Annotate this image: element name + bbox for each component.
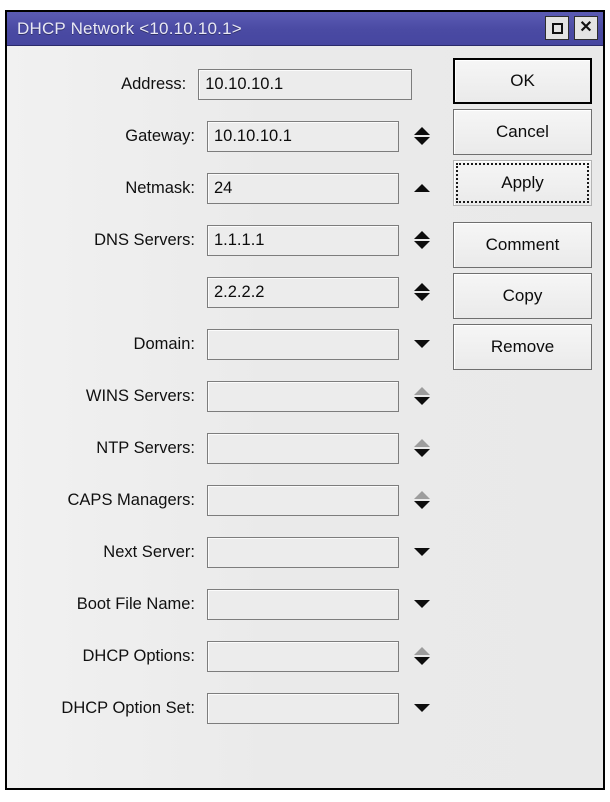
label-dhcp-options: DHCP Options: <box>82 646 196 665</box>
form-row: Gateway: 10.10.10.1 <box>7 110 447 162</box>
input-dhcp-option-set[interactable] <box>207 692 399 724</box>
label-dns-servers: DNS Servers: <box>94 230 195 249</box>
form-fields: Address: 10.10.10.1 Gateway: 10.10.10.1 Netm… <box>7 58 447 734</box>
label-wins-servers: WINS Servers: <box>85 386 195 405</box>
arrow-down-icon <box>414 548 430 556</box>
input-ntp-servers[interactable] <box>207 432 399 464</box>
arrow-up-icon <box>414 184 430 192</box>
copy-button[interactable]: Copy <box>453 273 592 319</box>
input-dhcp-options[interactable] <box>207 640 399 672</box>
label-address: Address: <box>121 74 187 93</box>
cancel-button[interactable]: Cancel <box>453 109 592 155</box>
input-dns-servers[interactable]: 1.1.1.1 <box>207 224 399 256</box>
form-row: NTP Servers: <box>7 422 447 474</box>
input-caps-managers[interactable] <box>207 484 399 516</box>
label-boot-file-name: Boot File Name: <box>76 594 195 613</box>
button-group-divider <box>453 211 592 222</box>
arrow-down-icon <box>414 501 430 509</box>
ok-button[interactable]: OK <box>453 58 592 104</box>
action-buttons: OK Cancel Apply Comment Copy Remove <box>453 58 592 375</box>
form-row: 2.2.2.2 <box>7 266 447 318</box>
arrow-up-icon <box>414 283 430 291</box>
input-netmask[interactable]: 24 <box>207 172 399 204</box>
title-bar[interactable]: DHCP Network <10.10.10.1> ✕ <box>7 12 603 46</box>
spinner-up-icon[interactable] <box>409 173 435 204</box>
form-row: DHCP Option Set: <box>7 682 447 734</box>
apply-button[interactable]: Apply <box>453 160 592 206</box>
label-next-server: Next Server: <box>103 542 195 561</box>
comment-button[interactable]: Comment <box>453 222 592 268</box>
remove-button[interactable]: Remove <box>453 324 592 370</box>
form-row: Boot File Name: <box>7 578 447 630</box>
input-dns-servers-2[interactable]: 2.2.2.2 <box>207 276 399 308</box>
close-button[interactable]: ✕ <box>574 16 598 40</box>
arrow-up-icon <box>414 231 430 239</box>
form-row: WINS Servers: <box>7 370 447 422</box>
input-gateway[interactable]: 10.10.10.1 <box>207 120 399 152</box>
spinner-up-down-icon[interactable] <box>409 485 435 516</box>
arrow-down-icon <box>414 340 430 348</box>
form-row: DHCP Options: <box>7 630 447 682</box>
arrow-up-icon <box>414 439 430 447</box>
spinner-none <box>422 69 447 100</box>
label-netmask: Netmask: <box>125 178 195 197</box>
spinner-up-down-icon[interactable] <box>409 641 435 672</box>
arrow-up-icon <box>414 647 430 655</box>
window-title: DHCP Network <10.10.10.1> <box>17 18 242 38</box>
label-caps-managers: CAPS Managers: <box>67 490 195 509</box>
input-wins-servers[interactable] <box>207 380 399 412</box>
spinner-up-down-icon[interactable] <box>409 225 435 256</box>
arrow-down-icon <box>414 293 430 301</box>
arrow-up-icon <box>414 127 430 135</box>
dhcp-network-dialog: DHCP Network <10.10.10.1> ✕ Address: 10.1… <box>5 10 605 790</box>
arrow-down-icon <box>414 600 430 608</box>
spinner-up-down-icon[interactable] <box>409 433 435 464</box>
label-gateway: Gateway: <box>125 126 195 145</box>
form-row: Next Server: <box>7 526 447 578</box>
dialog-body: Address: 10.10.10.1 Gateway: 10.10.10.1 Netm… <box>7 46 603 788</box>
arrow-down-icon <box>414 657 430 665</box>
dropdown-arrow-icon[interactable] <box>409 537 435 568</box>
maximize-icon <box>551 22 563 34</box>
spinner-up-down-icon[interactable] <box>409 121 435 152</box>
form-row: Netmask: 24 <box>7 162 447 214</box>
spinner-up-down-icon[interactable] <box>409 381 435 412</box>
arrow-down-icon <box>414 137 430 145</box>
form-row: CAPS Managers: <box>7 474 447 526</box>
arrow-down-icon <box>414 704 430 712</box>
arrow-down-icon <box>414 397 430 405</box>
form-row: Address: 10.10.10.1 <box>7 58 447 110</box>
label-dhcp-option-set: DHCP Option Set: <box>61 698 195 717</box>
label-ntp-servers: NTP Servers: <box>96 438 195 457</box>
arrow-down-icon <box>414 241 430 249</box>
dropdown-arrow-icon[interactable] <box>409 329 435 360</box>
arrow-up-icon <box>414 491 430 499</box>
close-icon: ✕ <box>579 19 593 36</box>
arrow-down-icon <box>414 449 430 457</box>
dropdown-arrow-icon[interactable] <box>409 589 435 620</box>
input-address[interactable]: 10.10.10.1 <box>198 68 413 100</box>
input-domain[interactable] <box>207 328 399 360</box>
label-domain: Domain: <box>133 334 195 353</box>
arrow-up-icon <box>414 387 430 395</box>
window-controls: ✕ <box>545 16 598 40</box>
maximize-button[interactable] <box>545 16 569 40</box>
form-row: DNS Servers: 1.1.1.1 <box>7 214 447 266</box>
input-boot-file-name[interactable] <box>207 588 399 620</box>
spinner-up-down-icon[interactable] <box>409 277 435 308</box>
screen: DHCP Network <10.10.10.1> ✕ Address: 10.1… <box>0 0 610 802</box>
dropdown-arrow-icon[interactable] <box>409 693 435 724</box>
form-row: Domain: <box>7 318 447 370</box>
input-next-server[interactable] <box>207 536 399 568</box>
